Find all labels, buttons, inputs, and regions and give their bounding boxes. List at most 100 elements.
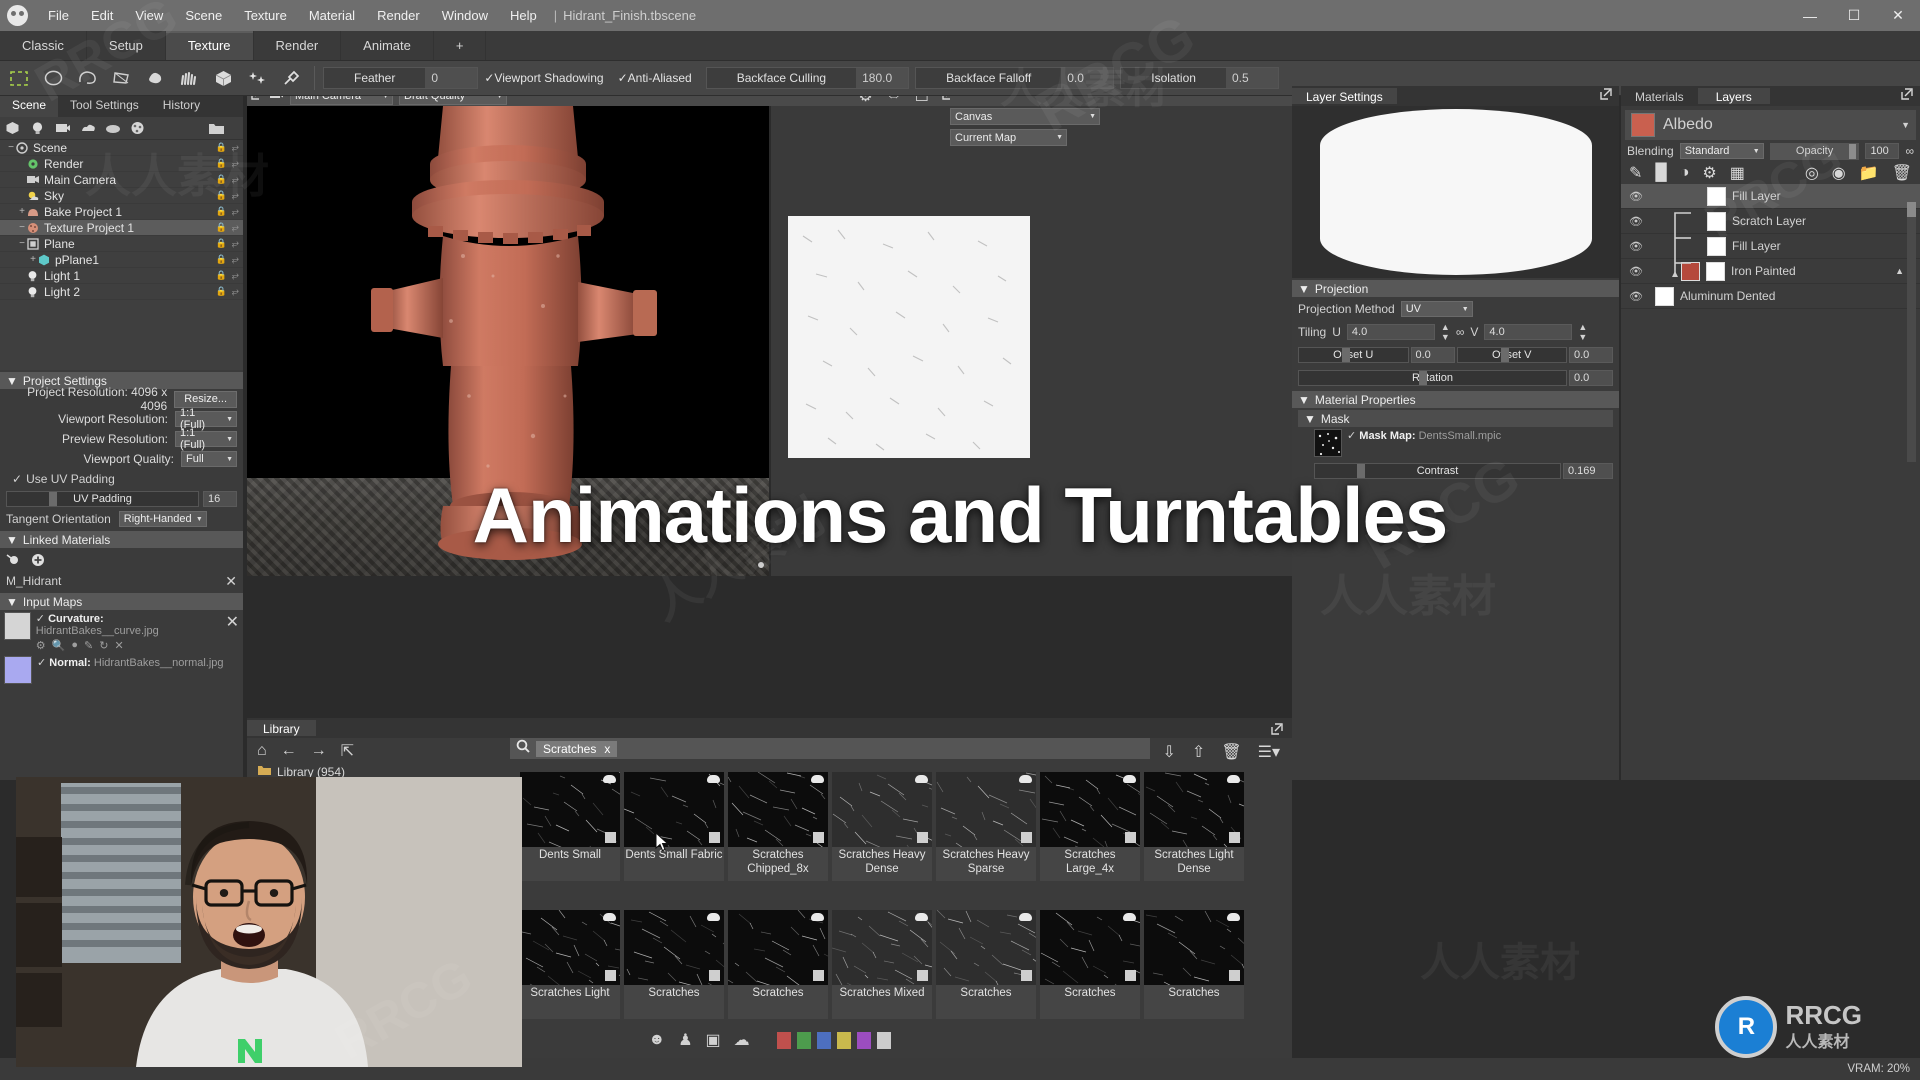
up-arrow-icon[interactable]: ⇱ [341,741,354,761]
layer-mask-thumbnail[interactable] [1707,237,1726,256]
link-icon[interactable]: ⥂ [232,158,239,169]
link-icon[interactable]: ⥂ [232,254,239,265]
current-map-select[interactable]: Current Map [950,129,1067,146]
popout-icon[interactable] [1271,722,1283,740]
layer-row[interactable]: 👁Fill Layer [1621,234,1920,259]
link-icon[interactable]: ⥂ [232,238,239,249]
paint-bucket-icon[interactable] [140,65,170,91]
layer-row[interactable]: 👁Scratch Layer [1621,209,1920,234]
select-square-icon[interactable] [1125,970,1136,981]
folder-icon[interactable] [204,118,229,139]
input-map-curvature[interactable]: ✓ Curvature: HidrantBakes__curve.jpg ⚙ 🔍… [0,610,243,654]
isolation-value[interactable]: 0.5 [1226,68,1278,88]
brush-icon[interactable]: ✎ [1629,163,1642,183]
close-icon[interactable]: ✕ [114,639,123,652]
scrollbar-thumb[interactable] [1907,202,1916,217]
pencil-icon[interactable]: ✎ [84,639,93,652]
chip-close-icon[interactable]: x [604,742,610,756]
tree-toggle-icon[interactable]: + [28,254,38,265]
tree-row-actions[interactable]: 🔒⥂ [216,206,239,217]
tab-materials[interactable]: Materials [1621,88,1698,104]
scene-tree-item[interactable]: Sky🔒⥂ [0,188,243,204]
add-layer-icon[interactable]: ◉ [1832,163,1846,183]
menu-render[interactable]: Render [366,4,431,27]
library-item[interactable]: Scratches Large_4x [1040,772,1140,881]
rotation-slider[interactable]: Rotation [1298,370,1567,386]
color-filter-swatch[interactable] [817,1032,831,1049]
tree-row-actions[interactable]: 🔒⥂ [216,254,239,265]
feather-field[interactable]: Feather 0 [323,67,478,89]
feather-value[interactable]: 0 [425,68,477,88]
sky-icon[interactable] [75,118,100,139]
opacity-value[interactable]: 100 [1865,143,1899,159]
library-item[interactable]: Scratches Heavy Dense [832,772,932,881]
eyedropper-icon[interactable]: ● [71,639,78,652]
lasso-select-icon[interactable] [38,65,68,91]
canvas-texture-preview[interactable] [788,216,1030,458]
link-icon[interactable]: ⥂ [232,142,239,153]
projection-header[interactable]: ▼ Projection [1292,280,1619,297]
monitor-icon[interactable]: ▣ [706,1030,721,1050]
layer-color-thumbnail[interactable] [1681,262,1700,281]
layer-mask-thumbnail[interactable] [1707,187,1726,206]
layer-row[interactable]: 👁Fill Layer [1621,184,1920,209]
tab-library[interactable]: Library [247,720,316,736]
library-item-thumbnail[interactable] [832,772,932,847]
library-item[interactable]: Scratches Mixed [832,910,932,1019]
material-properties-header[interactable]: ▼ Material Properties [1292,391,1619,408]
texture-project-icon[interactable] [125,118,150,139]
color-filter-swatch[interactable] [777,1032,791,1049]
minimize-icon[interactable]: — [1788,0,1832,31]
fog-icon[interactable] [100,118,125,139]
remove-curvature-icon[interactable]: ✕ [226,612,239,632]
scene-tree-item[interactable]: Light 1🔒⥂ [0,268,243,284]
offset-u-value[interactable]: 0.0 [1411,347,1455,363]
trash-icon[interactable]: 🗑 [1892,163,1912,183]
menu-help[interactable]: Help [499,4,548,27]
tree-row-actions[interactable]: 🔒⥂ [216,174,239,185]
slider-knob[interactable] [1501,348,1509,362]
library-grid-row-1[interactable]: Dents SmallDents Small FabricScratches C… [520,772,1244,881]
library-item-thumbnail[interactable] [520,772,620,847]
tab-scene[interactable]: Scene [0,96,58,117]
linked-material-row[interactable]: M_Hidrant ✕ [0,571,243,591]
trash-icon[interactable]: 🗑 [1221,742,1241,762]
select-square-icon[interactable] [709,832,720,843]
select-square-icon[interactable] [605,832,616,843]
lock-icon[interactable]: 🔒 [216,158,227,169]
rectangle-select-icon[interactable] [4,65,34,91]
menu-window[interactable]: Window [431,4,499,27]
scene-tree[interactable]: −Scene🔒⥂Render🔒⥂Main Camera🔒⥂Sky🔒⥂+Bake … [0,140,243,370]
tab-animate[interactable]: Animate [341,31,434,60]
library-item[interactable]: Scratches [728,910,828,1019]
tab-setup[interactable]: Setup [87,31,166,60]
preview-resolution-select[interactable]: 1:1 (Full) [175,431,237,447]
rotation-value[interactable]: 0.0 [1569,370,1613,386]
library-item-thumbnail[interactable] [1144,772,1244,847]
channel-selector[interactable]: Albedo ▼ [1625,110,1916,140]
magnifier-icon[interactable]: 🔍 [52,639,66,652]
scene-tree-item[interactable]: Render🔒⥂ [0,156,243,172]
eye-icon[interactable]: 👁 [1629,215,1643,228]
fill-icon[interactable]: █ [1655,164,1666,182]
menu-view[interactable]: View [124,4,174,27]
tab-tool-settings[interactable]: Tool Settings [58,96,151,117]
link-icon[interactable]: ⥂ [232,174,239,185]
slider-knob[interactable] [1849,144,1856,159]
color-filter-swatch[interactable] [837,1032,851,1049]
eyedropper-icon[interactable] [276,65,306,91]
tree-toggle-icon[interactable]: − [6,142,16,153]
lock-icon[interactable]: 🔒 [216,174,227,185]
mesh-icon[interactable] [0,118,25,139]
lock-icon[interactable]: 🔒 [216,238,227,249]
scene-tree-item[interactable]: −Plane🔒⥂ [0,236,243,252]
select-square-icon[interactable] [605,970,616,981]
eye-icon[interactable]: 👁 [1629,190,1643,203]
blending-select[interactable]: Standard [1680,143,1764,159]
color-filter-swatch[interactable] [857,1032,871,1049]
camera-icon[interactable] [50,118,75,139]
forward-arrow-icon[interactable]: → [311,742,327,760]
link-icon[interactable]: ∞ [1905,144,1914,158]
link-icon[interactable]: ⥂ [232,270,239,281]
select-square-icon[interactable] [1229,832,1240,843]
